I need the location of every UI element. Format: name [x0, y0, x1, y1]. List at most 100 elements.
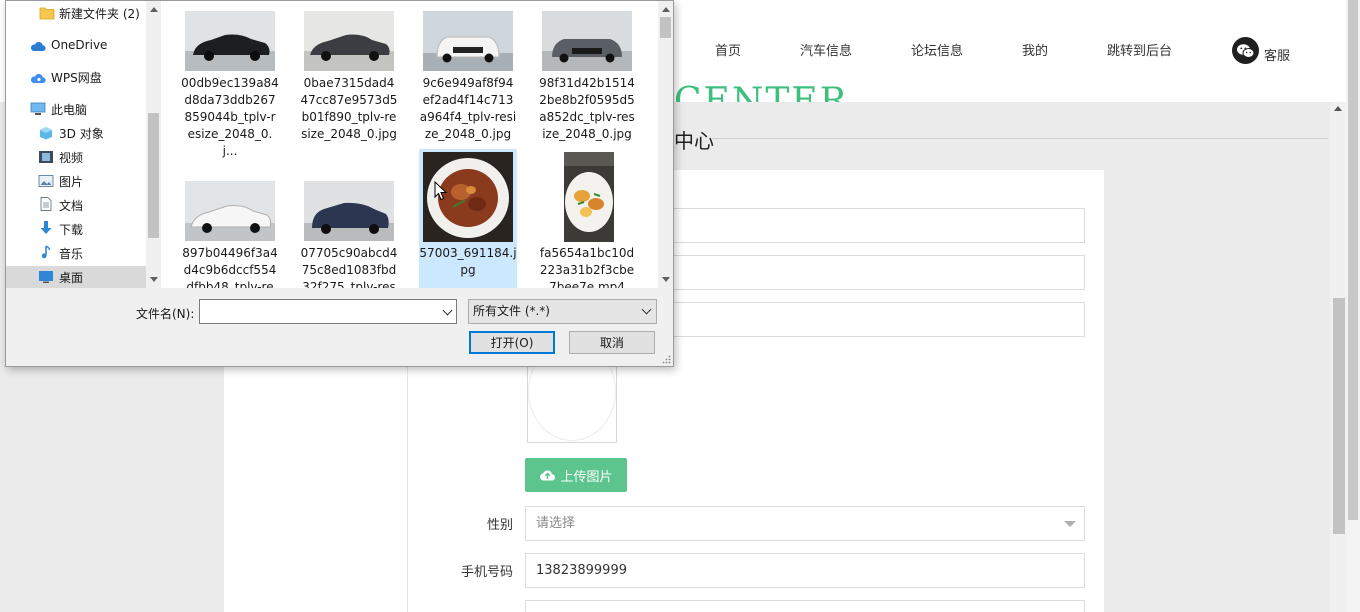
file-name: fa5654a1bc10d223a31b2f3cbe7bee7e.mp4 [539, 246, 635, 288]
file-list-pane: 00db9ec139a84d8da73ddb267859044b_tplv-re… [161, 1, 673, 288]
page-scrollbar[interactable] [1330, 102, 1346, 612]
file-item-selected[interactable]: 57003_691184.jpg [419, 149, 517, 288]
nav-item-wps-cloud[interactable]: WPS网盘 [6, 66, 146, 88]
nav-admin[interactable]: 跳转到后台 [1107, 40, 1172, 59]
file-type-select[interactable]: 所有文件 (*.*) [468, 299, 657, 324]
upload-image-label: 上传图片 [560, 469, 613, 485]
filename-label: 文件名(N): [136, 307, 195, 321]
phone-label: 手机号码 [461, 565, 514, 580]
form-field-next[interactable] [525, 600, 1085, 612]
nav-item-onedrive[interactable]: OneDrive [6, 34, 146, 56]
cancel-button[interactable]: 取消 [569, 331, 655, 354]
file-name: 07705c90abcd475c8ed1083fbd32f275_tplv-re… [300, 246, 398, 288]
file-list-scrollbar[interactable] [658, 1, 673, 288]
resize-grip-icon[interactable] [661, 354, 671, 364]
food-thumbnail [564, 152, 614, 242]
scroll-down-icon[interactable] [150, 277, 158, 282]
gender-label: 性别 [487, 518, 514, 533]
nav-item-label: 此电脑 [51, 102, 88, 117]
title-divider [712, 138, 1328, 139]
document-icon [40, 197, 52, 211]
cube-icon [40, 127, 52, 140]
file-name: 98f31d42b15142be8b2f0595d5a852dc_tplv-re… [539, 76, 635, 141]
nav-item-label: 新建文件夹 (2) [59, 6, 140, 21]
nav-item-this-pc[interactable]: 此电脑 [6, 98, 146, 120]
folder-icon [39, 7, 55, 20]
nav-item-label: 3D 对象 [59, 126, 104, 141]
nav-item-documents[interactable]: 文档 [6, 194, 146, 216]
scroll-up-icon[interactable] [1334, 106, 1342, 111]
upload-image-button[interactable]: 上传图片 [525, 458, 627, 492]
file-item[interactable]: 897b04496f3a4d4c9b6dccf554dfbb48_tplv-re… [181, 171, 279, 288]
nav-item-label: 文档 [59, 198, 84, 213]
nav-forum-info[interactable]: 论坛信息 [911, 40, 963, 59]
cloud-icon [30, 42, 46, 51]
scroll-down-icon[interactable] [662, 277, 670, 282]
gender-select-value: 请选择 [536, 516, 576, 531]
file-item[interactable]: 98f31d42b15142be8b2f0595d5a852dc_tplv-re… [538, 1, 636, 141]
nav-item-3d-objects[interactable]: 3D 对象 [6, 122, 146, 144]
nav-pane-scrollbar-thumb[interactable] [148, 113, 159, 238]
center-title-cn: 中心 [674, 129, 714, 153]
car-thumbnail [423, 11, 513, 71]
nav-item-label: 音乐 [59, 246, 84, 261]
file-item[interactable]: 0bae7315dad447cc87e9573d5b01f890_tplv-re… [300, 1, 398, 141]
page-scrollbar-thumb[interactable] [1333, 298, 1345, 534]
chevron-down-icon[interactable] [442, 305, 453, 316]
nav-item-label: WPS网盘 [51, 70, 102, 85]
navigation-pane: 新建文件夹 (2) OneDrive WPS网盘 此电脑 3D 对象 视频 图片 [6, 1, 161, 288]
file-list-scrollbar-thumb[interactable] [660, 17, 671, 38]
open-button[interactable]: 打开(O) [469, 331, 555, 354]
file-name: 897b04496f3a4d4c9b6dccf554dfbb48_tplv-re… [182, 246, 278, 288]
avatar-preview [527, 360, 617, 443]
nav-item-new-folder[interactable]: 新建文件夹 (2) [6, 2, 146, 24]
nav-item-label: 下载 [59, 222, 84, 237]
filename-input[interactable] [199, 299, 457, 324]
select-arrow-icon [1064, 521, 1076, 527]
nav-mine[interactable]: 我的 [1022, 40, 1048, 59]
nav-item-label: 视频 [59, 150, 84, 165]
video-icon [39, 151, 53, 163]
phone-input[interactable]: 13823899999 [525, 553, 1085, 588]
gender-select[interactable]: 请选择 [525, 506, 1085, 541]
mouse-pointer-icon [434, 181, 448, 201]
file-item[interactable]: fa5654a1bc10d223a31b2f3cbe7bee7e.mp4 [538, 149, 636, 288]
avatar-placeholder [528, 361, 616, 441]
picture-icon [38, 175, 54, 187]
nav-item-videos[interactable]: 视频 [6, 146, 146, 168]
nav-item-music[interactable]: 音乐 [6, 242, 146, 264]
file-name: 0bae7315dad447cc87e9573d5b01f890_tplv-re… [300, 76, 398, 141]
nav-item-downloads[interactable]: 下载 [6, 218, 146, 240]
window-scrollbar-thumb[interactable] [1348, 0, 1358, 520]
chevron-down-icon [641, 304, 652, 315]
music-icon [41, 245, 51, 259]
scroll-up-icon[interactable] [662, 7, 670, 12]
wps-cloud-icon [30, 74, 46, 83]
download-icon [40, 221, 52, 234]
nav-item-desktop[interactable]: 桌面 [6, 266, 146, 288]
car-thumbnail [185, 181, 275, 241]
car-thumbnail [304, 181, 394, 241]
desktop-icon [39, 271, 53, 283]
window-scrollbar[interactable] [1346, 0, 1360, 612]
file-item[interactable]: 07705c90abcd475c8ed1083fbd32f275_tplv-re… [300, 171, 398, 288]
file-type-value: 所有文件 (*.*) [473, 304, 550, 318]
nav-home[interactable]: 首页 [715, 40, 741, 59]
nav-item-label: OneDrive [51, 38, 108, 52]
file-item[interactable]: 9c6e949af8f94ef2ad4f14c713a964f4_tplv-re… [419, 1, 517, 141]
scroll-up-icon[interactable] [150, 7, 158, 12]
car-thumbnail [304, 11, 394, 71]
nav-item-pictures[interactable]: 图片 [6, 170, 146, 192]
car-thumbnail [542, 11, 632, 71]
file-name: 00db9ec139a84d8da73ddb267859044b_tplv-re… [181, 76, 279, 158]
computer-icon [30, 102, 46, 115]
nav-item-label: 桌面 [59, 270, 84, 285]
nav-item-label: 图片 [59, 174, 84, 189]
file-name: 57003_691184.jpg [419, 246, 517, 277]
customer-service-label[interactable]: 客服 [1264, 45, 1290, 64]
nav-car-info[interactable]: 汽车信息 [800, 40, 852, 59]
cloud-upload-icon [540, 470, 556, 481]
nav-pane-scrollbar[interactable] [146, 1, 161, 288]
file-item[interactable]: 00db9ec139a84d8da73ddb267859044b_tplv-re… [181, 1, 279, 158]
wechat-icon[interactable] [1232, 37, 1259, 64]
